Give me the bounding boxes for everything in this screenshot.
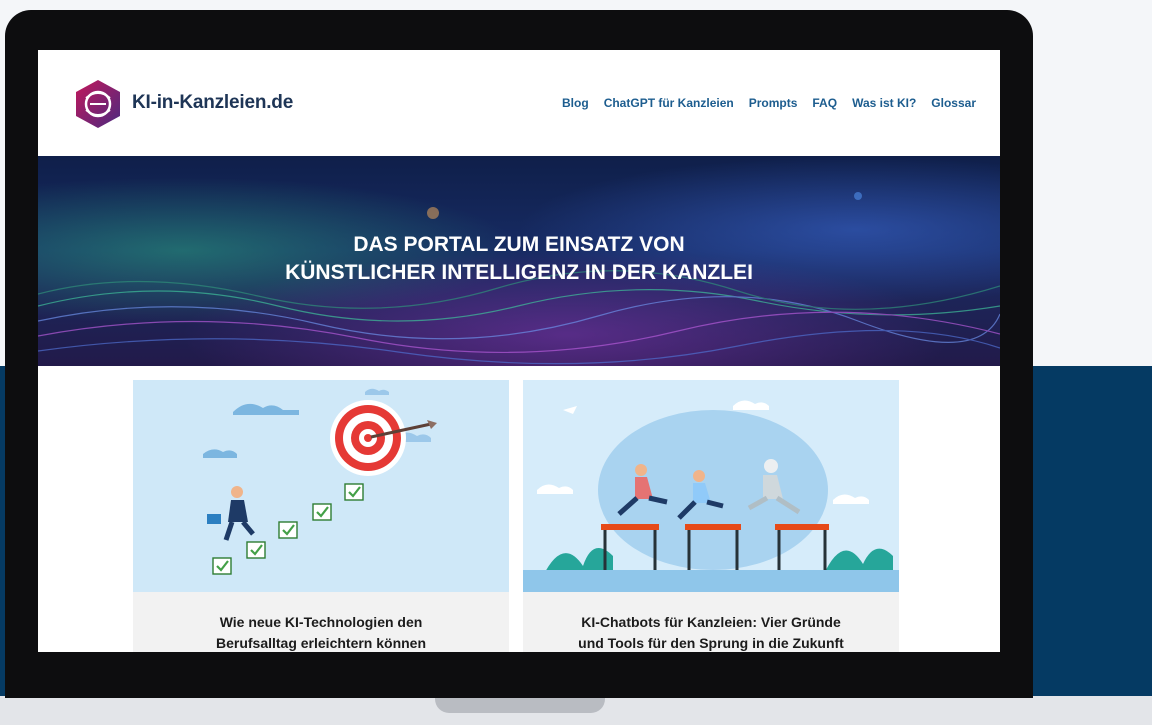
site-header: KI-in-Kanzleien.de Blog ChatGPT für Kanz… [38, 50, 1000, 156]
card-title-line-2: Berufsalltag erleichtern können [215, 635, 427, 651]
card-title-line-1: KI-Chatbots für Kanzleien: Vier Gründe [581, 614, 841, 630]
nav-item-glossar[interactable]: Glossar [931, 96, 976, 110]
hero-title-line-2: KÜNSTLICHER INTELLIGENZ IN DER KANZLEI [285, 261, 753, 284]
laptop-screen: KI-in-Kanzleien.de Blog ChatGPT für Kanz… [38, 50, 1000, 652]
nav-item-was-ist-ki[interactable]: Was ist KI? [852, 96, 916, 110]
target-stairs-illustration [203, 388, 437, 575]
nav-item-prompts[interactable]: Prompts [749, 96, 798, 110]
hero-banner: DAS PORTAL ZUM EINSATZ VON KÜNSTLICHER I… [38, 156, 1000, 366]
main-nav: Blog ChatGPT für Kanzleien Prompts FAQ W… [562, 96, 976, 110]
article-card-ki-chatbots[interactable]: KI-Chatbots für Kanzleien: Vier Gründe u… [523, 380, 899, 652]
card-title-line-1: Wie neue KI-Technologien den [219, 614, 423, 630]
card-title[interactable]: KI-Chatbots für Kanzleien: Vier Gründe u… [537, 612, 885, 652]
hero-title-line-1: DAS PORTAL ZUM EINSATZ VON [353, 233, 685, 256]
card-caption: Wie neue KI-Technologien den Berufsallta… [133, 592, 509, 652]
logo-text[interactable]: KI-in-Kanzleien.de [132, 92, 293, 114]
nav-item-chatgpt[interactable]: ChatGPT für Kanzleien [604, 96, 734, 110]
logo-hexagon-icon[interactable] [72, 78, 124, 130]
laptop-notch [435, 696, 605, 713]
card-title-line-2: und Tools für den Sprung in die Zukunft [578, 635, 844, 651]
hurdle-race-illustration [523, 380, 899, 592]
card-image-hurdle-race[interactable] [523, 380, 899, 592]
card-title[interactable]: Wie neue KI-Technologien den Berufsallta… [147, 612, 495, 652]
nav-item-faq[interactable]: FAQ [812, 96, 837, 110]
card-caption: KI-Chatbots für Kanzleien: Vier Gründe u… [523, 592, 899, 652]
hero-title: DAS PORTAL ZUM EINSATZ VON KÜNSTLICHER I… [38, 231, 1000, 287]
card-image-target-stairs[interactable] [133, 380, 509, 592]
article-card-ki-technologien[interactable]: Wie neue KI-Technologien den Berufsallta… [133, 380, 509, 652]
nav-item-blog[interactable]: Blog [562, 96, 589, 110]
